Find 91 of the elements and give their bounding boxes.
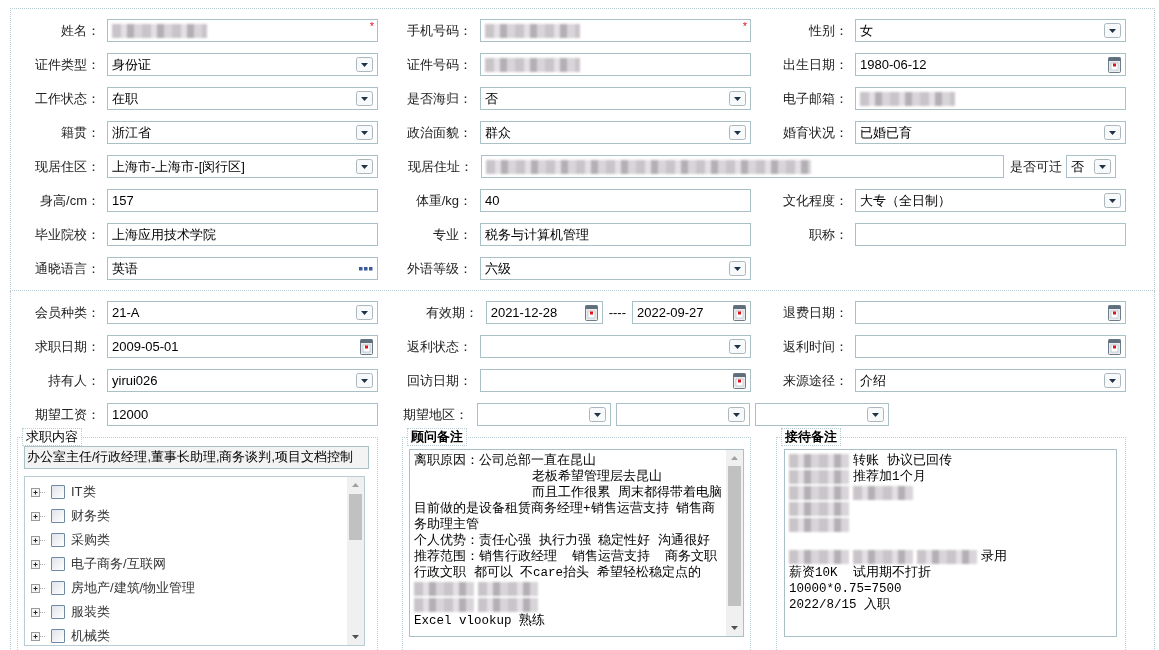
select-field[interactable]: 身份证	[107, 53, 378, 76]
panel-title: 顾问备注	[407, 428, 467, 446]
field-label: 返利时间：	[782, 337, 848, 356]
field-label: 姓名：	[60, 21, 100, 40]
field-label: 退费日期：	[782, 303, 848, 322]
text-field[interactable]: 税务与计算机管理	[480, 223, 751, 246]
select-field[interactable]: 否	[1066, 155, 1116, 178]
select-field[interactable]: 否	[480, 87, 751, 110]
note-text: 转账 协议已回传	[853, 453, 952, 469]
lookup-field[interactable]: 英语	[107, 257, 378, 280]
field-label: 是否可迁	[1010, 157, 1062, 176]
category-label[interactable]: IT类	[71, 482, 96, 502]
text-field[interactable]: 12000	[107, 403, 378, 426]
field-label: 回访日期：	[406, 371, 472, 390]
field-label: 政治面貌：	[406, 123, 472, 142]
text-field[interactable]: *	[480, 19, 751, 42]
field-label: 期望地区：	[402, 405, 468, 424]
select-field[interactable]: 介绍	[855, 369, 1126, 392]
panel-title: 求职内容	[22, 428, 82, 446]
date-field[interactable]: 2021-12-28	[485, 301, 603, 324]
select-field[interactable]: 六级	[480, 257, 751, 280]
required-mark: *	[742, 21, 747, 32]
field-label: 求职日期：	[34, 337, 100, 356]
select-field[interactable]: 已婚已育	[855, 121, 1126, 144]
field-label: 来源途径：	[782, 371, 848, 390]
note-text: 推荐加1个月	[853, 469, 926, 485]
field-label: 持有人：	[47, 371, 100, 390]
range-separator: ----	[608, 303, 626, 322]
category-label[interactable]: 机械类	[71, 626, 110, 646]
field-label: 通晓语言：	[34, 259, 100, 278]
select-field[interactable]: 女	[855, 19, 1126, 42]
text-field[interactable]: 40	[480, 189, 751, 212]
note-text: 2022/8/15 入职	[789, 597, 890, 613]
field-label: 职称：	[808, 225, 848, 244]
field-label: 身高/cm：	[39, 191, 100, 210]
field-label: 性别：	[808, 21, 848, 40]
category-label[interactable]: 财务类	[71, 506, 110, 526]
field-label: 工作状态：	[34, 89, 100, 108]
field-label: 外语等级：	[406, 259, 472, 278]
field-label: 是否海归：	[406, 89, 472, 108]
text-field[interactable]: 上海应用技术学院	[107, 223, 378, 246]
required-mark: *	[369, 21, 374, 32]
field-label: 返利状态：	[406, 337, 472, 356]
date-field[interactable]: 1980-06-12	[855, 53, 1126, 76]
select-field[interactable]: 上海市-上海市-[闵行区]	[107, 155, 378, 178]
field-label: 现居住区：	[34, 157, 100, 176]
field-label: 籍贯：	[60, 123, 100, 142]
field-label: 证件号码：	[406, 55, 472, 74]
field-label: 毕业院校：	[34, 225, 100, 244]
category-label[interactable]: 电子商务/互联网	[71, 554, 166, 574]
note-text: 薪资10K 试用期不打折	[789, 565, 931, 581]
note-text: 录用	[981, 549, 1007, 565]
note-text: 老板希望管理层去昆山	[532, 469, 662, 485]
field-label: 出生日期：	[782, 55, 848, 74]
category-label[interactable]: 采购类	[71, 530, 110, 550]
date-field[interactable]: 2022-09-27	[632, 301, 751, 324]
field-label: 证件类型：	[34, 55, 100, 74]
summary-field[interactable]: 办公室主任/行政经理,董事长助理,商务谈判,项目文档控制	[24, 446, 369, 469]
note-text: 务助理主管	[414, 517, 479, 533]
field-label: 现居住址：	[407, 157, 473, 176]
note-text: 离职原因：公司总部一直在昆山	[414, 453, 596, 469]
select-field[interactable]: 浙江省	[107, 121, 378, 144]
notes-textarea[interactable]: 离职原因：公司总部一直在昆山 老板希望管理层去昆山 而且工作很累 周末都得带着电脑 目前做的是设备租赁商务经理+销售运营支持 销售商 务助理主管 个人优势：责任心强 执行力强 稳定性好 沟通很好 推荐范围：销售行政经理 销售运营支持 商务文职 行政文职 都可以 不care抬头 希望轻松稳定点的 Excel vlookup 熟练	[409, 449, 744, 637]
field-label: 期望工资：	[34, 405, 100, 424]
field-label: 文化程度：	[782, 191, 848, 210]
select-field[interactable]: 大专（全日制）	[855, 189, 1126, 212]
select-field[interactable]: 群众	[480, 121, 751, 144]
notes-textarea[interactable]: 转账 协议已回传 推荐加1个月 录用 薪资10K 试用期不打折 10000*0.75=7500 2022/8/15 入职	[784, 449, 1117, 637]
note-text: 推荐范围：销售行政经理 销售运营支持 商务文职	[414, 549, 717, 565]
date-field[interactable]: 2009-05-01	[107, 335, 378, 358]
note-text: 10000*0.75=7500	[789, 581, 902, 597]
field-label: 有效期：	[424, 303, 478, 322]
field-label: 电子邮箱：	[782, 89, 848, 108]
select-field[interactable]: 在职	[107, 87, 378, 110]
field-label: 手机号码：	[406, 21, 472, 40]
panel-title: 接待备注	[781, 428, 841, 446]
select-field[interactable]: 21-A	[107, 301, 378, 324]
field-label: 专业：	[432, 225, 472, 244]
note-text: Excel vlookup 熟练	[414, 613, 546, 629]
note-text: 个人优势：责任心强 执行力强 稳定性好 沟通很好	[414, 533, 710, 549]
field-label: 婚育状况：	[782, 123, 848, 142]
note-text: 目前做的是设备租赁商务经理+销售运营支持 销售商	[414, 501, 715, 517]
note-text: 而且工作很累 周末都得带着电脑	[532, 485, 722, 501]
category-label[interactable]: 房地产/建筑/物业管理	[71, 578, 196, 598]
text-field[interactable]: 157	[107, 189, 378, 212]
category-label[interactable]: 服装类	[71, 602, 110, 622]
text-field[interactable]: *	[107, 19, 378, 42]
select-field[interactable]: yirui026	[107, 369, 378, 392]
field-label: 体重/kg：	[414, 191, 472, 210]
field-label: 会员种类：	[34, 303, 100, 322]
note-text: 行政文职 都可以 不care抬头 希望轻松稳定点的	[414, 565, 701, 581]
